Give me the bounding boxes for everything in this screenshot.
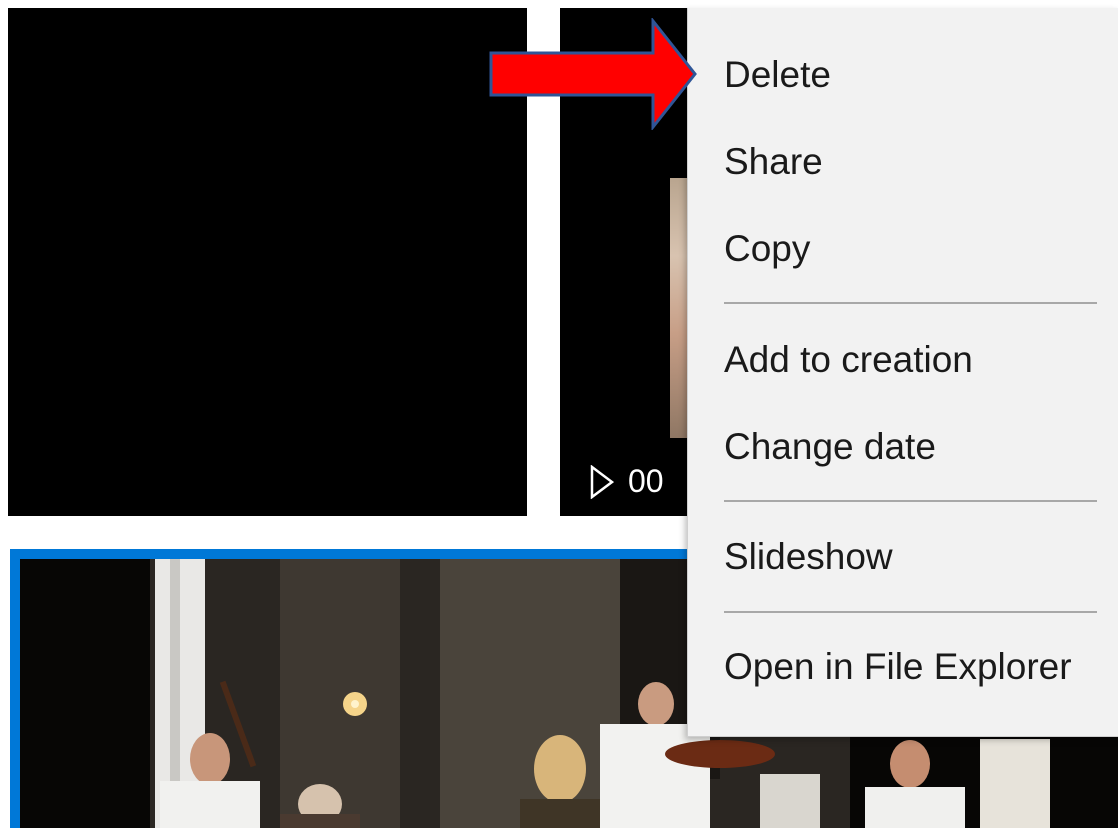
menu-item-share[interactable]: Share	[724, 143, 823, 180]
annotation-arrow-icon	[489, 18, 697, 130]
menu-separator	[724, 500, 1097, 502]
menu-item-open-in-file-explorer[interactable]: Open in File Explorer	[724, 648, 1072, 685]
menu-item-delete[interactable]: Delete	[724, 56, 831, 93]
play-icon	[590, 464, 614, 499]
video-overlay: 00	[590, 463, 664, 500]
photo-tile-black[interactable]	[8, 8, 527, 516]
menu-separator	[724, 302, 1097, 304]
menu-item-slideshow[interactable]: Slideshow	[724, 538, 893, 575]
menu-item-change-date[interactable]: Change date	[724, 428, 936, 465]
menu-separator	[724, 611, 1097, 613]
menu-item-add-to-creation[interactable]: Add to creation	[724, 341, 973, 378]
context-menu: Delete Share Copy Add to creation Change…	[687, 8, 1118, 737]
video-duration: 00	[628, 463, 664, 499]
menu-item-copy[interactable]: Copy	[724, 230, 810, 267]
